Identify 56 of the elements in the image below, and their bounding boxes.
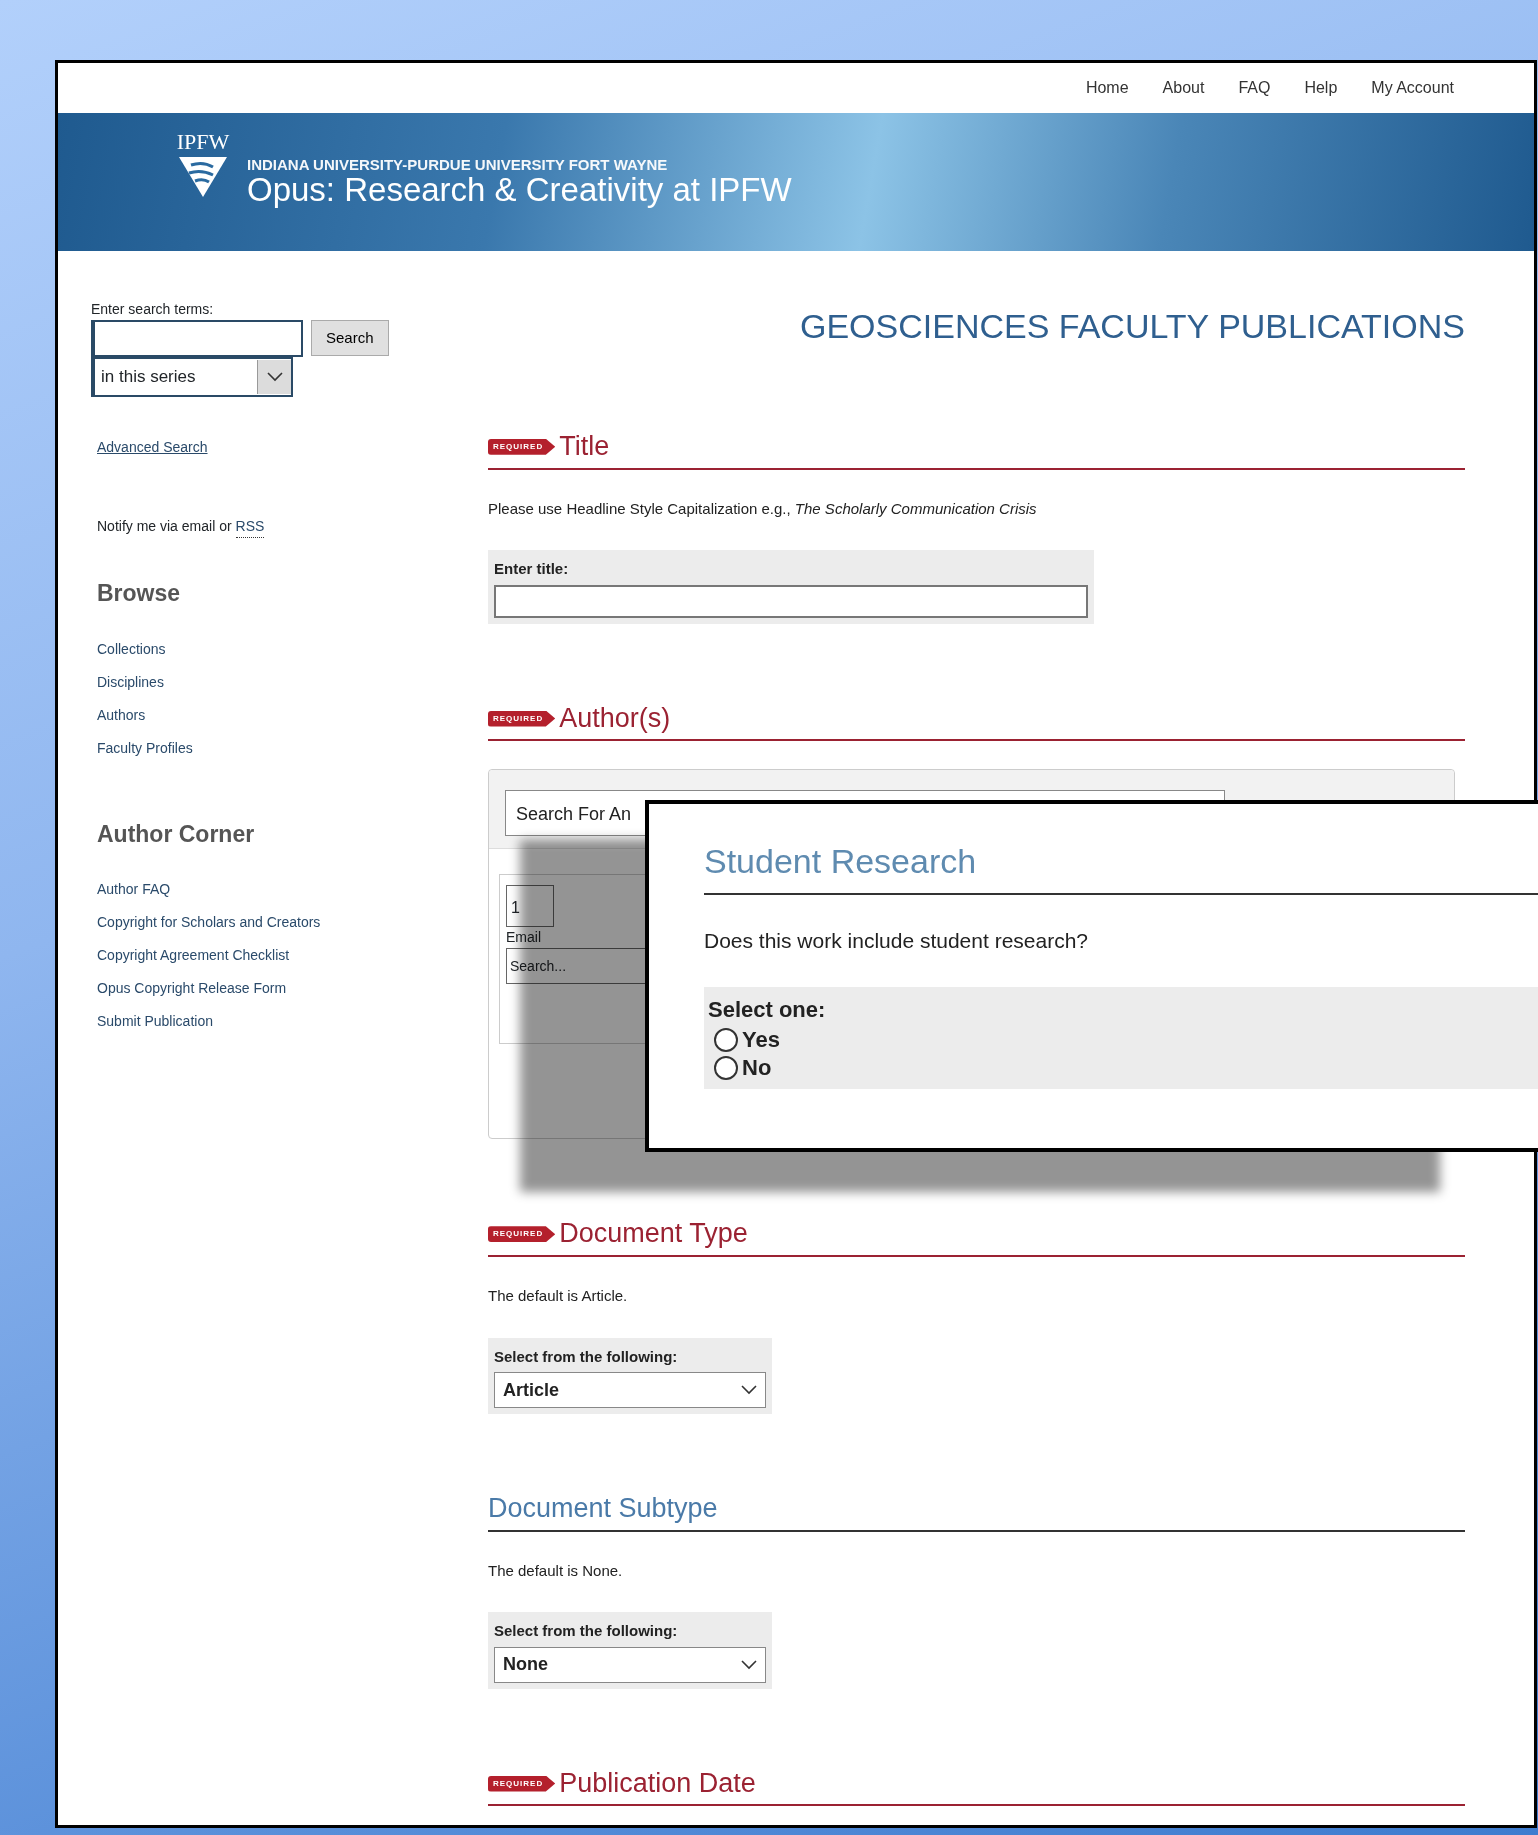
required-badge: REQUIRED [488, 1775, 556, 1792]
type-select[interactable]: Article [494, 1372, 766, 1409]
sidebar-link[interactable]: Authors [97, 704, 488, 726]
required-badge: REQUIRED [488, 710, 556, 727]
sidebar-heading: Author Corner [97, 819, 256, 849]
sidebar-link[interactable]: Disciplines [97, 671, 488, 693]
nav-link-item[interactable]: Home [1085, 76, 1129, 100]
scope-select[interactable]: in this series [91, 357, 293, 397]
required-badge: REQUIRED [488, 1226, 556, 1243]
help-text: The default is Article. [488, 1286, 629, 1307]
author-number-field[interactable]: 1 [506, 885, 554, 928]
section-heading: Document Type [559, 1219, 748, 1250]
radio-option[interactable]: No [708, 1054, 1538, 1083]
sidebar-link[interactable]: Opus Copyright Release Form [97, 978, 488, 999]
search-field[interactable] [91, 320, 303, 357]
radio-icon[interactable] [714, 1027, 738, 1052]
field-label: Enter title: [494, 559, 570, 580]
sidebar-link[interactable]: Submit Publication [97, 1011, 488, 1032]
section-heading: Document Subtype [488, 1494, 718, 1524]
field-label: Select from the following: [494, 1346, 679, 1367]
radio-icon[interactable] [714, 1056, 738, 1081]
title-input[interactable] [494, 584, 1088, 618]
sidebar-link[interactable]: Faculty Profiles [97, 737, 488, 759]
section-heading: Title [559, 432, 610, 462]
advanced-search-link[interactable]: Advanced Search [97, 437, 208, 458]
nav-link-item[interactable]: FAQ [1238, 76, 1271, 100]
section-heading: Author(s) [559, 703, 671, 734]
help-text: The default is None. [488, 1560, 624, 1581]
radio-option[interactable]: Yes [708, 1025, 1538, 1055]
sidebar-link[interactable]: Collections [97, 638, 488, 660]
notify-text: Notify me via email or [97, 517, 232, 536]
rss-link[interactable]: RSS [235, 516, 265, 538]
university-name: INDIANA UNIVERSITY-PURDUE UNIVERSITY FORT WAYNE [247, 157, 669, 172]
help-text: Please use Headline Style Capitalization e.g., The Scholarly Communication Crisis [488, 498, 1038, 519]
section-heading: Publication Date [559, 1768, 756, 1799]
nav-link-item[interactable]: About [1162, 76, 1205, 100]
logo-text: IPFW [176, 131, 230, 153]
type-select[interactable]: None [494, 1646, 766, 1683]
required-badge: REQUIRED [488, 438, 556, 455]
search-label: Enter search terms: [91, 300, 215, 319]
search-button[interactable]: Search [311, 320, 389, 356]
field-label: Select from the following: [494, 1621, 679, 1642]
sidebar-link[interactable]: Copyright Agreement Checklist [97, 945, 488, 966]
caret-icon [257, 360, 291, 394]
email-label: Email [506, 928, 541, 948]
sidebar-link[interactable]: Copyright for Scholars and Creators [97, 912, 488, 933]
caret-icon [741, 1659, 757, 1670]
caret-icon [741, 1385, 757, 1396]
nav-link-item[interactable]: My Account [1371, 76, 1454, 100]
options-label: Select one: [708, 995, 827, 1024]
page-title: GEOSCIENCES FACULTY PUBLICATIONS [798, 306, 1465, 347]
dialog-title: Student Research [704, 836, 1538, 895]
sidebar-link[interactable]: Author FAQ [97, 879, 488, 900]
sidebar-heading: Browse [97, 579, 182, 608]
nav-link-item[interactable]: Help [1304, 76, 1338, 100]
site-title: Opus: Research & Creativity at IPFW [247, 172, 792, 209]
